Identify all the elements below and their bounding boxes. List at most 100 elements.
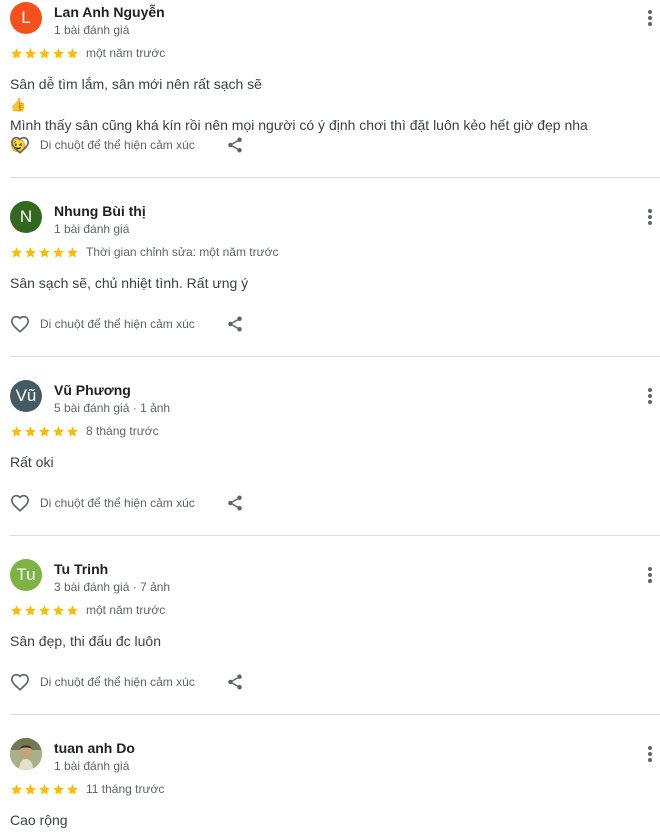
review-time: một năm trước [86,46,166,60]
star-icon [39,605,50,616]
share-icon [228,316,242,332]
profile-photo-icon [10,738,42,770]
more-vertical-icon [648,567,652,583]
star-icon [39,784,50,795]
star-icon [25,48,36,59]
review-time: Thời gian chỉnh sửa: một năm trước [86,245,279,259]
review-text: Rất oki [10,452,54,472]
reviewer-meta: 1 bài đánh giá [54,222,130,236]
reviewer-name[interactable]: Tu Trinh [54,561,108,577]
share-button[interactable] [224,313,246,335]
thumbs-up-emoji: 👍 [10,97,27,112]
reviewer-meta: 5 bài đánh giá · 1 ảnh [54,401,171,415]
like-button[interactable] [10,493,30,513]
reviewer-name[interactable]: Nhung Bùi thị [54,203,146,219]
review-text: Cao rộng [10,810,68,830]
star-icon [11,784,22,795]
reviewer-meta: 1 bài đánh giá [54,759,130,773]
star-icon [53,247,64,258]
review-line: Mình thấy sân cũng khá kín rồi nên mọi n… [10,117,588,133]
like-button[interactable] [10,314,30,334]
star-icon [67,48,78,59]
reviewer-meta: 1 bài đánh giá [54,23,130,37]
avatar[interactable]: Tu [10,559,42,591]
star-icon [11,48,22,59]
divider [10,714,660,715]
heart-outline-icon [10,494,30,512]
star-rating [10,47,79,60]
review-actions: Di chuột để thể hiện cảm xúc [10,491,195,515]
more-vertical-icon [648,209,652,225]
more-vertical-icon [648,10,652,26]
reviewer-meta: 3 bài đánh giá · 7 ảnh [54,580,171,594]
avatar[interactable]: N [10,201,42,233]
star-rating [10,425,79,438]
share-button[interactable] [224,134,246,156]
review-actions: Di chuột để thể hiện cảm xúc [10,670,195,694]
share-icon [228,495,242,511]
star-icon [25,784,36,795]
star-icon [67,605,78,616]
more-options-button[interactable] [640,744,660,764]
star-rating [10,604,79,617]
star-icon [67,426,78,437]
divider [10,535,660,536]
avatar[interactable] [10,738,42,770]
review-text: Sân sạch sẽ, chủ nhiệt tình. Rất ưng ý [10,273,248,293]
star-icon [67,247,78,258]
heart-outline-icon [10,673,30,691]
more-options-button[interactable] [640,207,660,227]
star-icon [25,605,36,616]
divider [10,177,660,178]
reviewer-name[interactable]: tuan anh Do [54,740,135,756]
more-options-button[interactable] [640,565,660,585]
review-time: một năm trước [86,603,166,617]
avatar[interactable]: L [10,2,42,34]
share-icon [228,674,242,690]
like-button[interactable] [10,135,30,155]
react-hint[interactable]: Di chuột để thể hiện cảm xúc [40,675,195,689]
star-icon [53,48,64,59]
star-icon [11,605,22,616]
more-options-button[interactable] [640,8,660,28]
heart-outline-icon [10,136,30,154]
star-icon [39,247,50,258]
share-button[interactable] [224,492,246,514]
like-button[interactable] [10,672,30,692]
review-line: Cao rộng [10,812,68,828]
star-icon [11,247,22,258]
avatar-letter: L [21,8,31,27]
review-line: Rất oki [10,454,54,470]
review-line: Sân dễ tìm lắm, sân mới nên rất sạch sẽ [10,76,262,92]
share-icon [228,137,242,153]
star-icon [25,247,36,258]
star-icon [25,426,36,437]
share-button[interactable] [224,671,246,693]
star-rating [10,246,79,259]
reviewer-name[interactable]: Vũ Phương [54,382,131,398]
review-time: 11 tháng trước [86,782,165,796]
star-icon [39,426,50,437]
review-time: 8 tháng trước [86,424,159,438]
star-icon [39,48,50,59]
star-icon [67,784,78,795]
react-hint[interactable]: Di chuột để thể hiện cảm xúc [40,496,195,510]
reviewer-name[interactable]: Lan Anh Nguyễn [54,4,165,20]
react-hint[interactable]: Di chuột để thể hiện cảm xúc [40,317,195,331]
star-icon [53,605,64,616]
heart-outline-icon [10,315,30,333]
review-text: Sân đẹp, thi đấu đc luôn [10,631,161,651]
avatar-letter: Tu [16,565,36,584]
react-hint[interactable]: Di chuột để thể hiện cảm xúc [40,138,195,152]
more-options-button[interactable] [640,386,660,406]
avatar-letter: N [19,207,33,226]
avatar[interactable]: Vũ [10,380,42,412]
more-vertical-icon [648,746,652,762]
review-line: Sân đẹp, thi đấu đc luôn [10,633,162,649]
star-rating [10,783,79,796]
review-actions: Di chuột để thể hiện cảm xúc [10,312,195,336]
star-icon [53,784,64,795]
review-actions: Di chuột để thể hiện cảm xúc [10,133,195,157]
star-icon [11,426,22,437]
star-icon [53,426,64,437]
